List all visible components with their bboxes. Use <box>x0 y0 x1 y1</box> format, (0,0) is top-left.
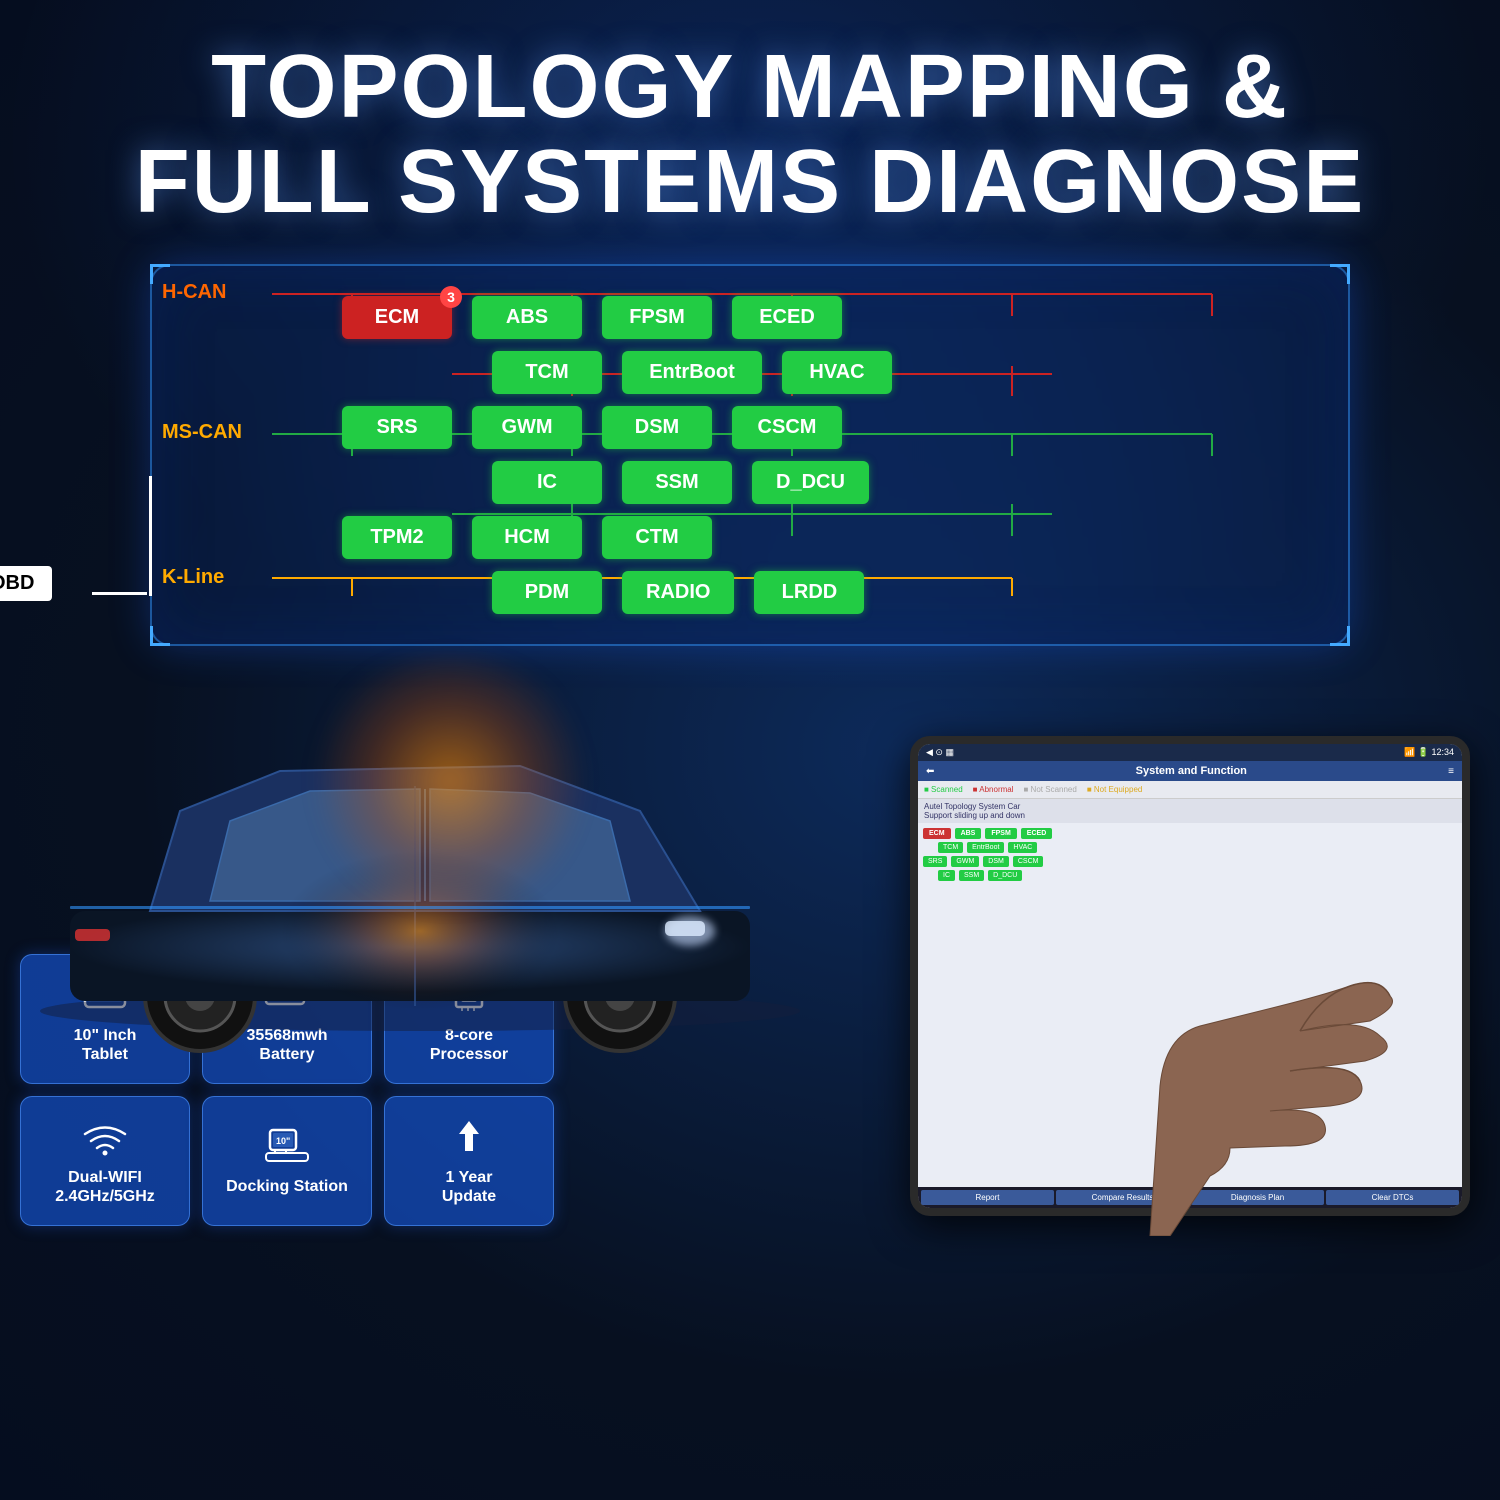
tablet-subtitle: Autel Topology System Car Support slidin… <box>918 799 1462 823</box>
ctm-node: CTM <box>602 516 712 559</box>
fpsm-node: FPSM <box>602 296 712 339</box>
tablet-nav-bar: ⬅ System and Function ≡ <box>918 761 1462 781</box>
report-button[interactable]: Report <box>921 1190 1054 1205</box>
docking-icon: 10" <box>262 1125 312 1171</box>
corner-decoration <box>1330 626 1350 646</box>
tpm2-node: TPM2 <box>342 516 452 559</box>
ecm-node: ECM 3 <box>342 296 452 339</box>
tablet-area: ◀ ⊙ ▦ 📶 🔋 12:34 ⬅ System and Function ≡ … <box>850 676 1500 1236</box>
bottom-section: ◀ ⊙ ▦ 📶 🔋 12:34 ⬅ System and Function ≡ … <box>0 656 1500 1236</box>
engine-glow <box>300 656 600 906</box>
feature-wifi: Dual-WIFI 2.4GHz/5GHz <box>20 1096 190 1226</box>
tablet-status-bar: ◀ ⊙ ▦ 📶 🔋 12:34 <box>918 744 1462 761</box>
docking-label: Docking Station <box>226 1177 348 1196</box>
cscm-node: CSCM <box>732 406 842 449</box>
abs-node: ABS <box>472 296 582 339</box>
ssm-node: SSM <box>622 461 732 504</box>
entrboot-node: EntrBoot <box>622 351 762 394</box>
eced-node: ECED <box>732 296 842 339</box>
ecm-badge: 3 <box>440 286 462 308</box>
hcm-node: HCM <box>472 516 582 559</box>
wifi-icon <box>80 1116 130 1162</box>
corner-decoration <box>1330 264 1350 284</box>
ddcu-node: D_DCU <box>752 461 869 504</box>
hvac-node: HVAC <box>782 351 892 394</box>
tcm-node: TCM <box>492 351 602 394</box>
gwm-node: GWM <box>472 406 582 449</box>
car-area <box>0 586 900 1086</box>
update-label: 1 Year Update <box>442 1168 496 1206</box>
nodes-layer: ECM 3 ABS FPSM ECED TCM EntrBoot HVAC SR… <box>212 296 1308 614</box>
srs-node: SRS <box>342 406 452 449</box>
obd-vertical-line <box>149 476 152 596</box>
tablet-legend: ■ Scanned ■ Abnormal ■ Not Scanned ■ Not… <box>918 781 1462 799</box>
hand-area <box>1100 886 1500 1236</box>
update-icon <box>444 1116 494 1162</box>
wifi-label: Dual-WIFI 2.4GHz/5GHz <box>55 1168 155 1206</box>
hand-svg <box>1100 886 1500 1236</box>
ic-node: IC <box>492 461 602 504</box>
page-title: TOPOLOGY MAPPING & FULL SYSTEMS DIAGNOSE <box>20 40 1480 229</box>
dsm-node: DSM <box>602 406 712 449</box>
main-content: TOPOLOGY MAPPING & FULL SYSTEMS DIAGNOSE… <box>0 0 1500 1500</box>
feature-update: 1 Year Update <box>384 1096 554 1226</box>
title-section: TOPOLOGY MAPPING & FULL SYSTEMS DIAGNOSE <box>0 0 1500 249</box>
svg-text:10": 10" <box>276 1136 290 1146</box>
feature-docking: 10" Docking Station <box>202 1096 372 1226</box>
